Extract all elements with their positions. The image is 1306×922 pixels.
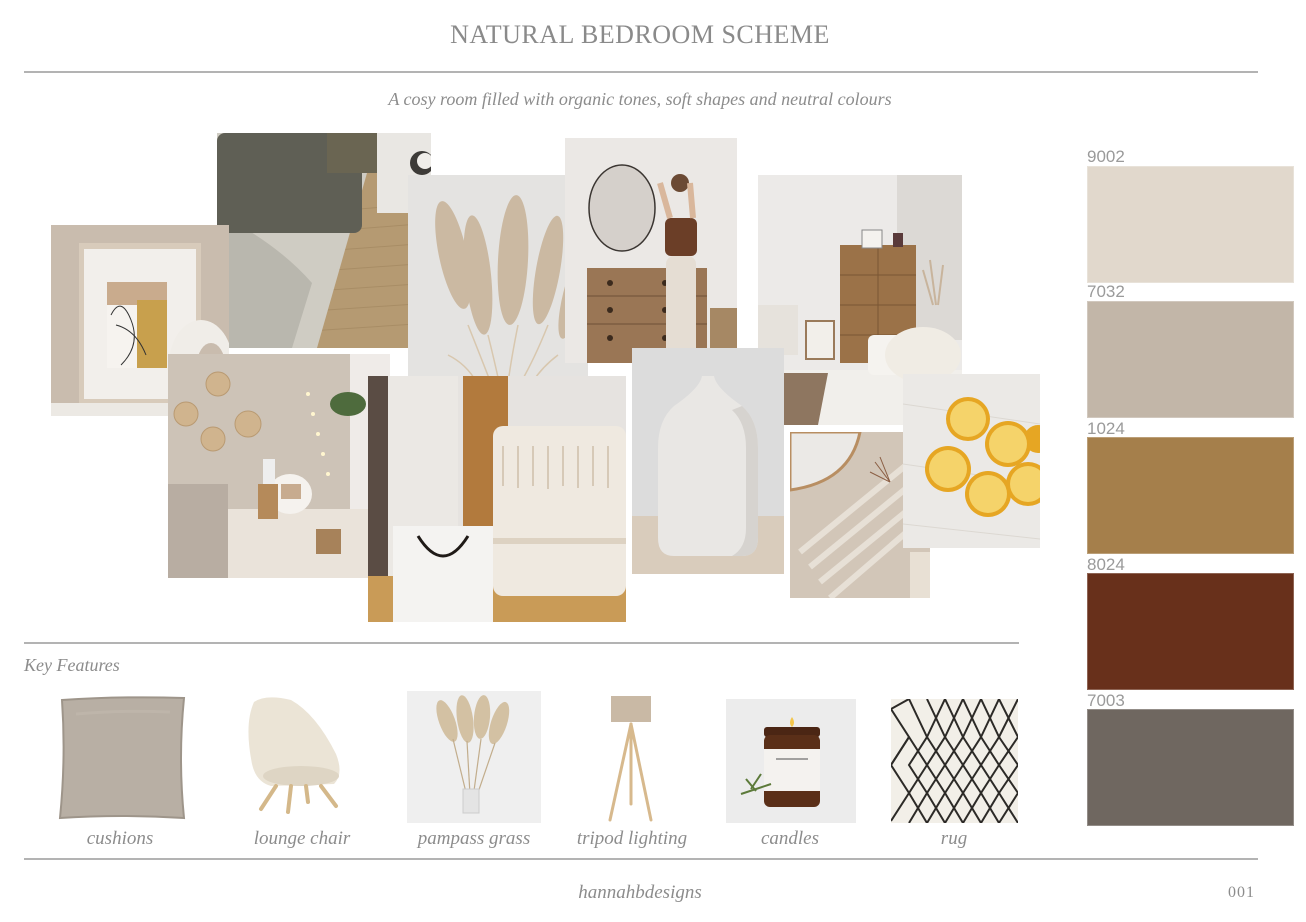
moodboard-image-fringed-cushion (368, 376, 626, 622)
colour-swatch (1087, 301, 1294, 418)
page-subtitle: A cosy room filled with organic tones, s… (388, 89, 892, 109)
page-title: NATURAL BEDROOM SCHEME (450, 20, 830, 49)
colour-swatch (1087, 166, 1294, 283)
feature-label: pampass grass (417, 828, 531, 849)
feature-item-lounge-chair (236, 694, 346, 814)
feature-label: rug (940, 828, 968, 849)
feature-item-rug (891, 699, 1018, 823)
footer-brand: hannahbdesigns (578, 882, 702, 903)
boho-bedroom-illustration (168, 354, 390, 578)
title-divider (24, 71, 1258, 73)
diamond-rug-icon (891, 699, 1018, 823)
colour-swatch (1087, 709, 1294, 826)
moodboard-image-pampas (408, 175, 588, 402)
colour-swatch (1087, 437, 1294, 554)
feature-item-cushions (56, 694, 188, 822)
pampas-illustration (408, 175, 588, 402)
moodboard-image-linen-bed (217, 133, 431, 348)
tripod-lamp-icon (608, 696, 653, 822)
swatch-code: 9002 (1087, 147, 1125, 166)
moodboard-image-boho-bedroom (168, 354, 390, 578)
feature-item-tripod-lighting (605, 694, 657, 824)
lounge-chair-icon (248, 697, 340, 814)
mirror-dresser-illustration (565, 138, 737, 363)
feature-label: cushions (86, 828, 154, 849)
swatch-code: 1024 (1087, 419, 1125, 438)
moodboard-image-white-vase (632, 348, 784, 574)
colour-swatch (1087, 573, 1294, 690)
key-features-divider (24, 642, 1019, 644)
white-vase-illustration (632, 348, 784, 574)
footer-divider (24, 858, 1258, 860)
moodboard-image-lemons (903, 374, 1040, 548)
fringed-cushion-illustration (368, 376, 626, 622)
linen-bed-illustration (217, 133, 431, 348)
swatch-code: 7032 (1087, 282, 1125, 301)
moodboard-image-mirror-dresser (565, 138, 737, 363)
feature-label: tripod lighting (576, 828, 688, 849)
feature-item-candles (726, 699, 856, 823)
page-number: 001 (1228, 884, 1255, 901)
feature-label: candles (760, 828, 820, 849)
lemons-illustration (903, 374, 1040, 548)
swatch-code: 7003 (1087, 691, 1125, 710)
cushion-icon (58, 696, 186, 820)
feature-item-pampas-grass (407, 691, 541, 823)
candle-jar-icon (740, 717, 820, 807)
key-features-title: Key Features (24, 655, 120, 675)
pampas-grass-icon (436, 695, 510, 814)
swatch-code: 8024 (1087, 555, 1125, 574)
feature-label: lounge chair (253, 828, 351, 849)
